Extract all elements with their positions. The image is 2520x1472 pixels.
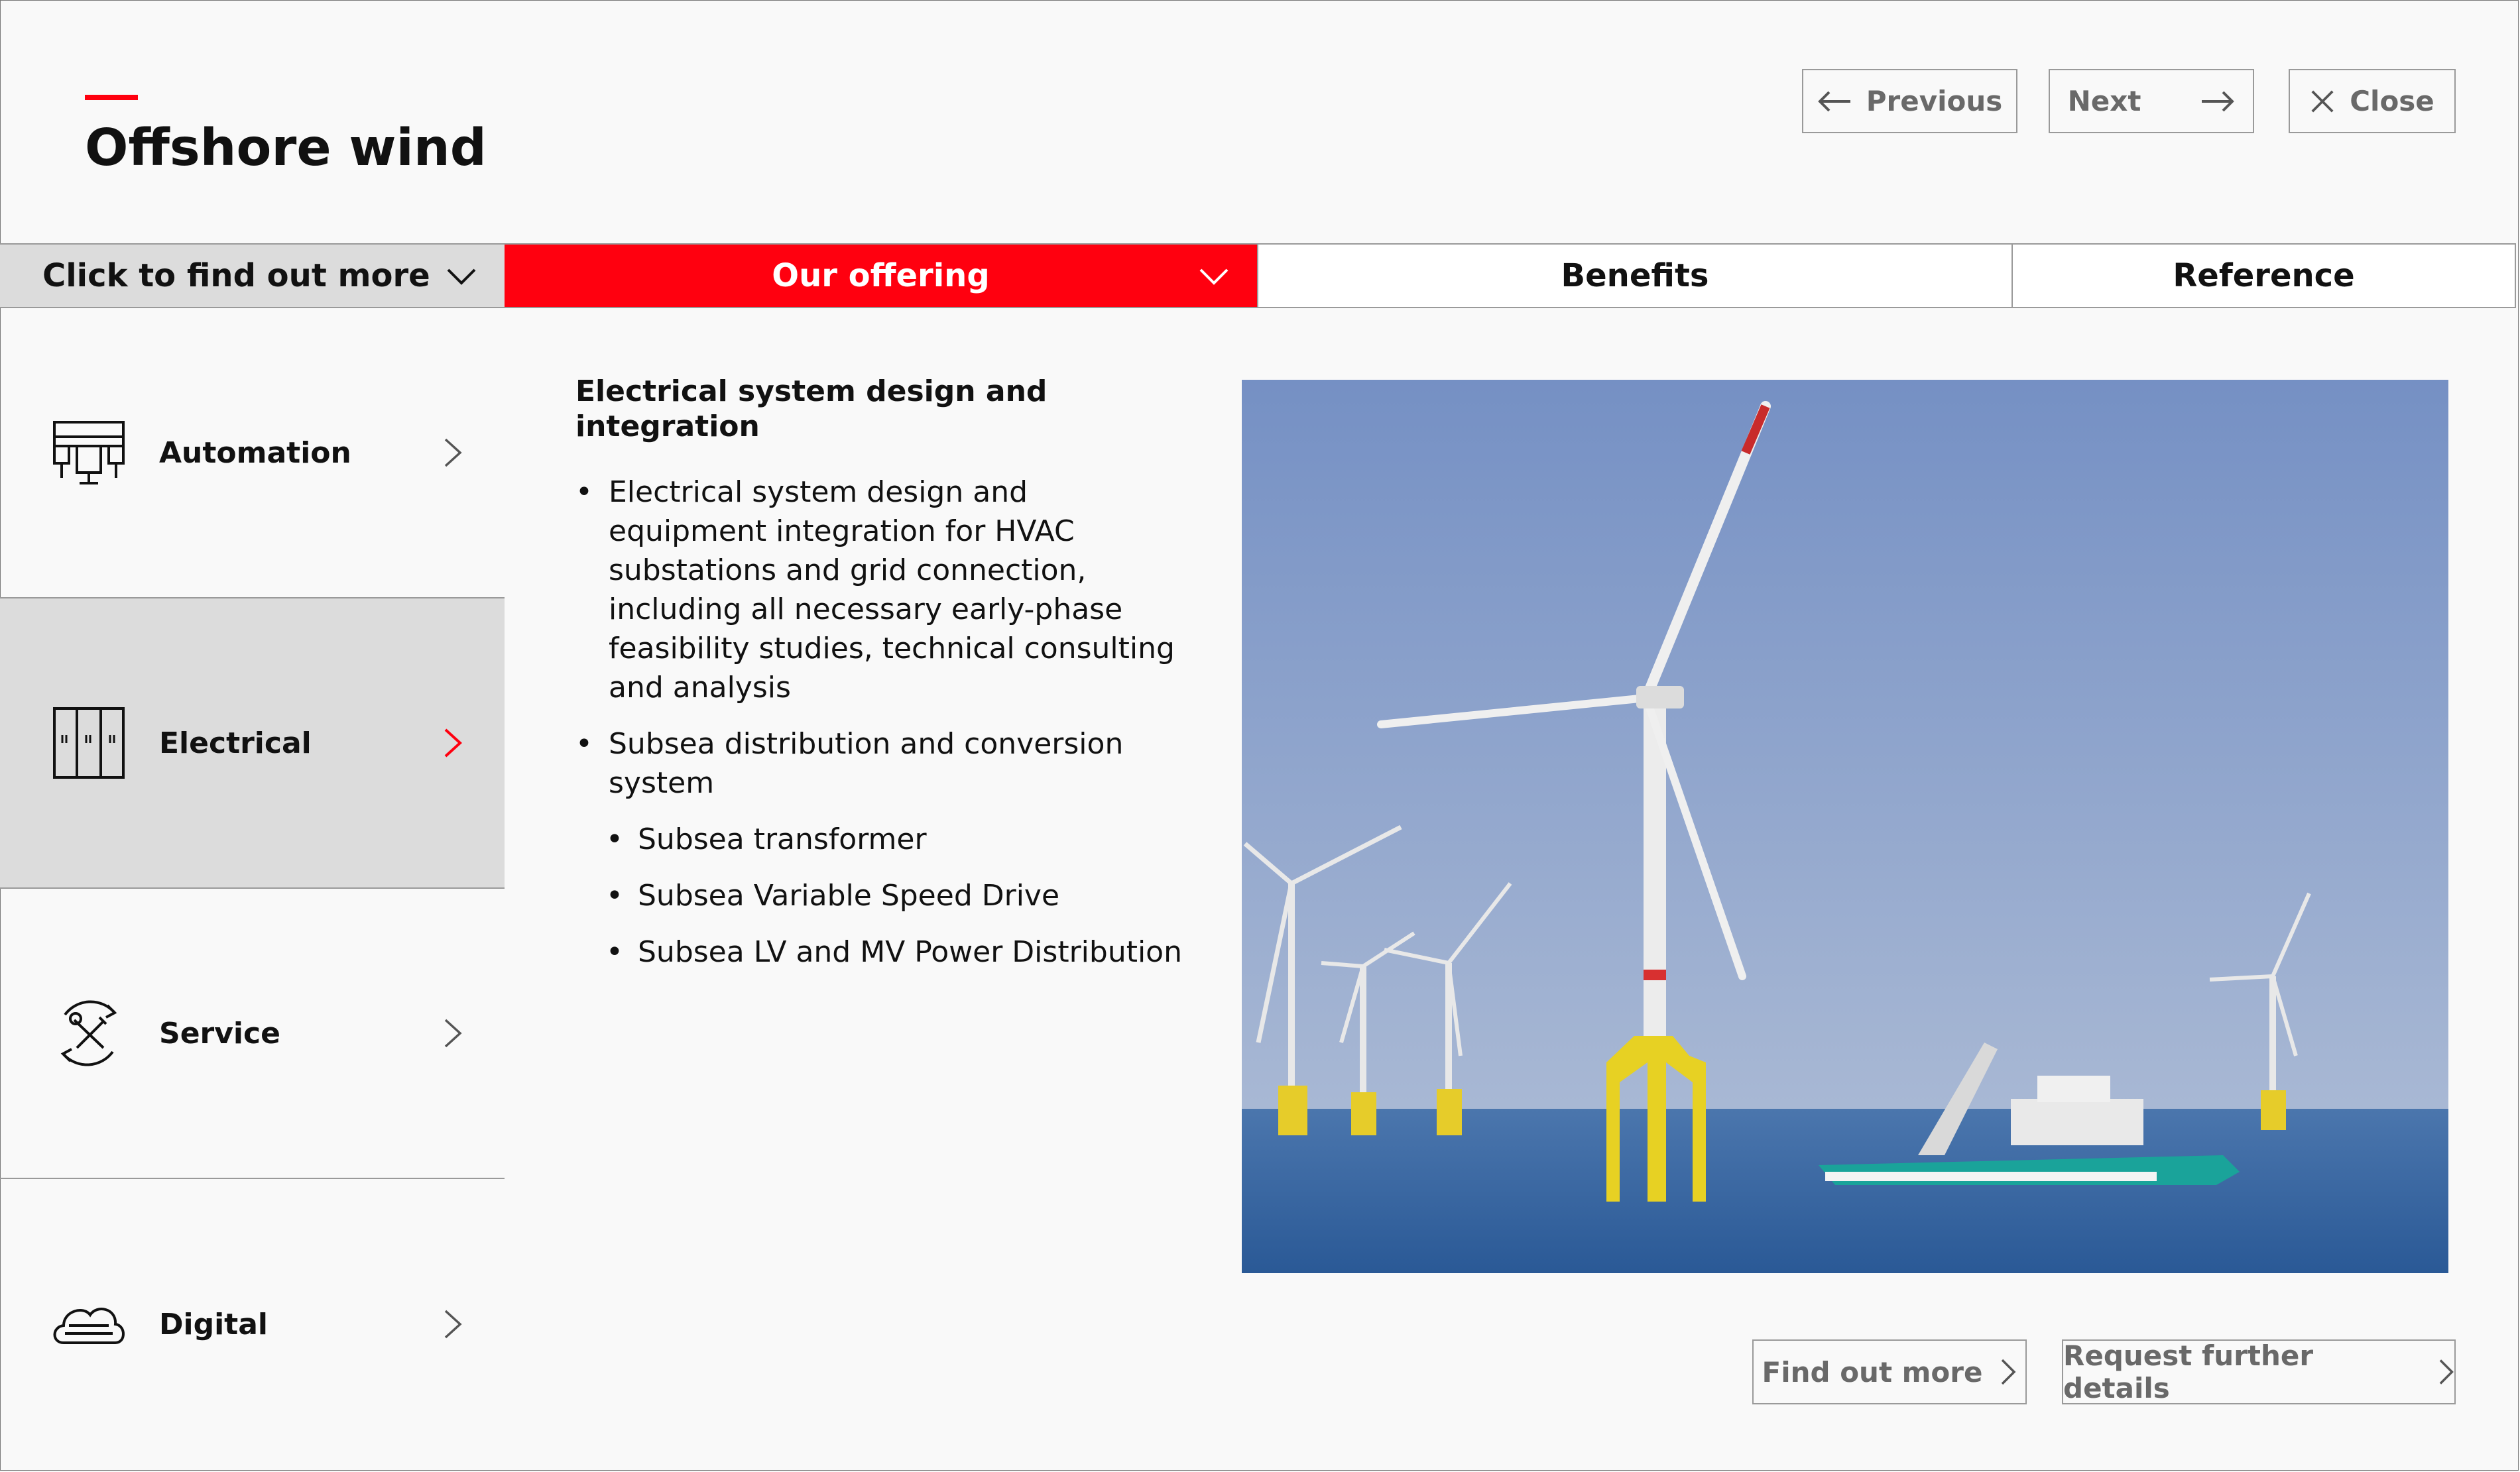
sub-bullet-list: Subsea transformer Subsea Variable Speed… bbox=[575, 820, 1185, 972]
find-out-more-dropdown[interactable]: Click to find out more bbox=[0, 245, 505, 307]
tab-label: Our offering bbox=[772, 257, 990, 294]
content-heading: Electrical system design and integration bbox=[575, 374, 1048, 443]
close-icon bbox=[2311, 89, 2334, 113]
sidebar-item-label: Electrical bbox=[159, 726, 312, 760]
find-out-more-label: Find out more bbox=[1762, 1355, 1983, 1388]
chevron-right-icon bbox=[2002, 1359, 2016, 1385]
dropdown-label: Click to find out more bbox=[42, 257, 430, 294]
next-button[interactable]: Next bbox=[2049, 69, 2254, 133]
sidebar-item-electrical[interactable]: Electrical bbox=[0, 598, 505, 889]
offering-content: Electrical system design and integration… bbox=[575, 374, 1185, 989]
tab-label: Benefits bbox=[1561, 257, 1709, 294]
sidebar: Automation Electrical Service Digital bbox=[0, 308, 505, 1469]
tab-our-offering[interactable]: Our offering bbox=[505, 245, 1257, 307]
list-item: Subsea distribution and conversion syste… bbox=[575, 724, 1185, 803]
sidebar-item-label: Automation bbox=[159, 435, 351, 470]
cloud-icon bbox=[53, 1308, 125, 1344]
chevron-right-icon bbox=[2439, 1359, 2454, 1385]
automation-icon bbox=[53, 421, 125, 484]
list-item: Electrical system design and equipment i… bbox=[575, 473, 1185, 707]
chevron-right-icon bbox=[444, 1019, 462, 1048]
list-item: Subsea LV and MV Power Distribution bbox=[606, 933, 1185, 972]
chevron-down-icon bbox=[447, 268, 476, 285]
previous-button[interactable]: Previous bbox=[1802, 69, 2017, 133]
close-label: Close bbox=[2350, 85, 2434, 117]
next-label: Next bbox=[2067, 85, 2141, 117]
tab-reference[interactable]: Reference bbox=[2011, 245, 2516, 307]
list-item: Subsea transformer bbox=[606, 820, 1185, 859]
chevron-right-icon bbox=[444, 438, 462, 467]
sidebar-item-label: Digital bbox=[159, 1307, 268, 1341]
title-accent-bar bbox=[85, 95, 138, 100]
chevron-right-icon bbox=[444, 728, 462, 758]
service-tools-icon bbox=[60, 1000, 117, 1066]
previous-label: Previous bbox=[1866, 85, 2003, 117]
bullet-list: Electrical system design and equipment i… bbox=[575, 473, 1185, 803]
arrow-right-icon bbox=[2202, 91, 2235, 111]
sidebar-item-service[interactable]: Service bbox=[0, 889, 505, 1179]
tab-label: Reference bbox=[2173, 257, 2355, 294]
sidebar-item-label: Service bbox=[159, 1016, 280, 1050]
chevron-right-icon bbox=[444, 1310, 462, 1339]
offshore-wind-photo bbox=[1242, 380, 2448, 1273]
list-item: Subsea Variable Speed Drive bbox=[606, 876, 1185, 915]
tab-benefits[interactable]: Benefits bbox=[1257, 245, 2011, 307]
arrow-left-icon bbox=[1817, 91, 1850, 111]
sidebar-item-automation[interactable]: Automation bbox=[0, 308, 505, 598]
request-further-details-button[interactable]: Request further details bbox=[2062, 1339, 2456, 1404]
find-out-more-button[interactable]: Find out more bbox=[1752, 1339, 2027, 1404]
sidebar-item-digital[interactable]: Digital bbox=[0, 1179, 505, 1469]
chevron-down-icon bbox=[1199, 268, 1229, 285]
request-details-label: Request further details bbox=[2063, 1339, 2314, 1404]
page-title: Offshore wind bbox=[85, 119, 487, 178]
tab-bar: Click to find out more Our offering Bene… bbox=[0, 243, 2516, 308]
electrical-cabinet-icon bbox=[53, 707, 125, 779]
close-button[interactable]: Close bbox=[2289, 69, 2456, 133]
